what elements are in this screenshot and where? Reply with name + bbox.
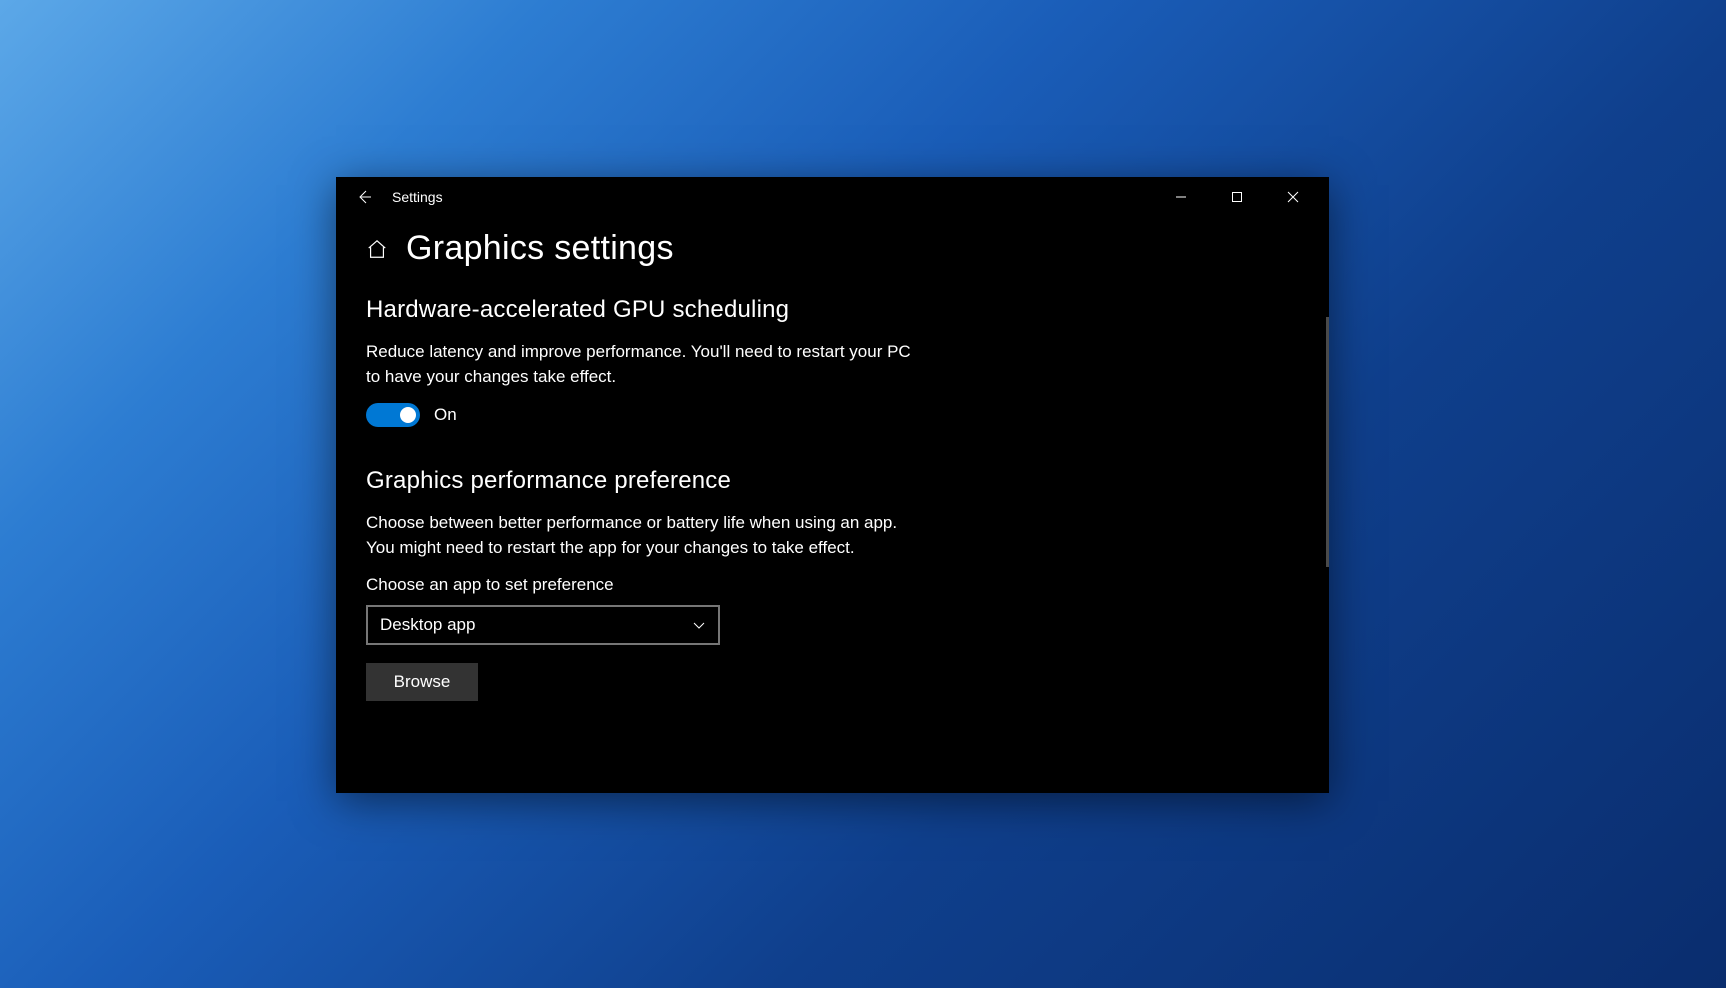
performance-pref-description: Choose between better performance or bat… [366,511,926,560]
titlebar: Settings [336,177,1329,217]
window-controls [1153,177,1321,217]
gpu-scheduling-heading: Hardware-accelerated GPU scheduling [366,296,1299,324]
toggle-knob [400,407,416,423]
choose-app-label: Choose an app to set preference [366,575,1299,595]
close-icon [1287,191,1299,203]
scrollbar[interactable] [1326,317,1329,567]
gpu-scheduling-toggle-label: On [434,405,457,425]
content-area: Graphics settings Hardware-accelerated G… [336,217,1329,793]
browse-button-label: Browse [394,672,451,692]
minimize-icon [1175,191,1187,203]
home-icon[interactable] [366,238,388,260]
maximize-button[interactable] [1209,177,1265,217]
gpu-scheduling-toggle[interactable] [366,403,420,427]
minimize-button[interactable] [1153,177,1209,217]
settings-window: Settings [336,177,1329,793]
page-header: Graphics settings [366,229,1299,268]
gpu-scheduling-description: Reduce latency and improve performance. … [366,340,926,389]
app-type-select[interactable]: Desktop app [366,605,720,645]
back-arrow-icon [356,189,372,205]
performance-pref-heading: Graphics performance preference [366,467,1299,495]
close-button[interactable] [1265,177,1321,217]
page-title: Graphics settings [406,229,674,268]
performance-preference-section: Graphics performance preference Choose b… [366,467,1299,700]
app-type-selected-value: Desktop app [380,615,475,635]
gpu-scheduling-toggle-row: On [366,403,1299,427]
back-button[interactable] [344,177,384,217]
chevron-down-icon [692,618,706,632]
window-title: Settings [392,189,443,205]
maximize-icon [1231,191,1243,203]
browse-button[interactable]: Browse [366,663,478,701]
